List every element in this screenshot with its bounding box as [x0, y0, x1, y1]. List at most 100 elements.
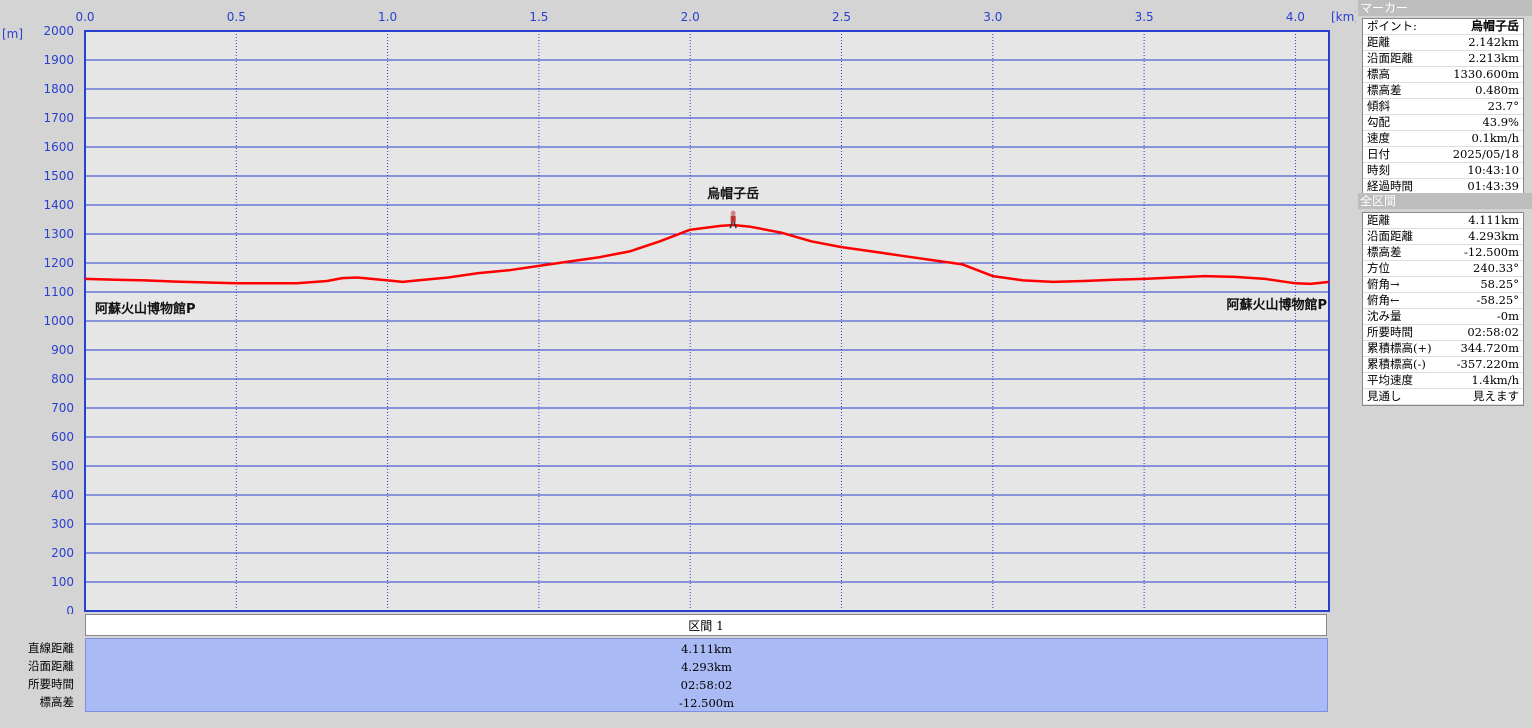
- info-row: 累積標高(-) -357.220m: [1363, 357, 1523, 373]
- info-label: 傾斜: [1367, 99, 1390, 113]
- x-tick-label: 3.5: [1135, 10, 1154, 24]
- info-value: 4.111km: [1468, 213, 1519, 227]
- info-value: 2025/05/18: [1452, 147, 1519, 161]
- info-label: 俯角→: [1367, 277, 1400, 291]
- info-label: 速度: [1367, 131, 1390, 145]
- y-tick-label: 800: [51, 372, 74, 386]
- y-tick-label: 1800: [43, 82, 74, 96]
- section-row-value: 02:58:02: [680, 678, 733, 692]
- info-row: 距離 2.142km: [1363, 35, 1523, 51]
- info-row: 沿面距離 4.293km: [1363, 229, 1523, 245]
- info-row: 方位 240.33°: [1363, 261, 1523, 277]
- info-value: -12.500m: [1463, 245, 1519, 259]
- info-value: 見えます: [1473, 389, 1519, 403]
- info-row: 標高差 -12.500m: [1363, 245, 1523, 261]
- info-row: 沈み量 -0m: [1363, 309, 1523, 325]
- total-panel-title: 全区間: [1358, 193, 1532, 209]
- info-label: 所要時間: [1367, 325, 1413, 339]
- y-tick-label: 1200: [43, 256, 74, 270]
- info-label: 沿面距離: [1367, 229, 1413, 243]
- info-row: 標高差 0.480m: [1363, 83, 1523, 99]
- info-label: 見通し: [1367, 389, 1402, 403]
- section-header[interactable]: 区間 1: [85, 614, 1327, 636]
- info-row: 沿面距離 2.213km: [1363, 51, 1523, 67]
- y-tick-label: 400: [51, 488, 74, 502]
- marker-panel-title: マーカー: [1358, 0, 1532, 16]
- y-tick-label: 1600: [43, 140, 74, 154]
- info-row: 時刻 10:43:10: [1363, 163, 1523, 179]
- x-tick-label: 0.5: [227, 10, 246, 24]
- info-row: 傾斜 23.7°: [1363, 99, 1523, 115]
- section-summary-table: 4.111km 4.293km 02:58:02 -12.500m: [85, 638, 1328, 712]
- y-tick-label: 1000: [43, 314, 74, 328]
- info-row: 距離 4.111km: [1363, 213, 1523, 229]
- info-label: 距離: [1367, 213, 1390, 227]
- y-tick-label: 700: [51, 401, 74, 415]
- x-tick-label: 4.0: [1286, 10, 1305, 24]
- info-value: 2.213km: [1468, 51, 1519, 65]
- y-tick-label: 900: [51, 343, 74, 357]
- place-label: 阿蘇火山博物館P: [1226, 297, 1327, 313]
- info-value: -0m: [1496, 309, 1519, 323]
- info-value: 4.293km: [1468, 229, 1519, 243]
- section-row-label: 標高差: [39, 695, 75, 709]
- info-label: 時刻: [1367, 163, 1390, 177]
- info-label: 勾配: [1367, 115, 1390, 129]
- info-value: 344.720m: [1460, 341, 1519, 355]
- y-tick-label: 300: [51, 517, 74, 531]
- section-row-label: 沿面距離: [28, 659, 74, 673]
- section-row-value: 4.111km: [681, 642, 732, 656]
- info-label: 距離: [1367, 35, 1390, 49]
- y-tick-label: 500: [51, 459, 74, 473]
- x-tick-label: 2.5: [832, 10, 851, 24]
- info-label: 累積標高(+): [1367, 341, 1432, 355]
- y-tick-label: 1400: [43, 198, 74, 212]
- info-row: 見通し 見えます: [1363, 389, 1523, 405]
- y-tick-label: 0: [66, 604, 74, 614]
- section-row-value: -12.500m: [678, 696, 735, 710]
- y-tick-label: 200: [51, 546, 74, 560]
- info-row: 所要時間 02:58:02: [1363, 325, 1523, 341]
- grid-lines: [85, 30, 1329, 612]
- y-tick-label: 1300: [43, 227, 74, 241]
- info-label: 俯角←: [1367, 293, 1400, 307]
- x-tick-label: 2.0: [681, 10, 700, 24]
- info-value: 58.25°: [1480, 277, 1519, 291]
- x-unit-label: [km]: [1331, 10, 1356, 24]
- info-value: 0.480m: [1475, 83, 1519, 97]
- y-tick-label: 1900: [43, 53, 74, 67]
- x-tick-label: 0.0: [75, 10, 94, 24]
- info-label: 方位: [1367, 261, 1390, 275]
- info-value: 1.4km/h: [1471, 373, 1519, 387]
- info-row: 平均速度 1.4km/h: [1363, 373, 1523, 389]
- info-value: -357.220m: [1456, 357, 1519, 371]
- info-row: 勾配 43.9%: [1363, 115, 1523, 131]
- y-tick-label: 2000: [43, 24, 74, 38]
- info-value: 2.142km: [1468, 35, 1519, 49]
- y-unit-label: [m]: [2, 27, 23, 41]
- x-tick-label: 3.0: [983, 10, 1002, 24]
- y-tick-label: 1700: [43, 111, 74, 125]
- y-tick-label: 1100: [43, 285, 74, 299]
- info-row: 俯角← -58.25°: [1363, 293, 1523, 309]
- info-value: 23.7°: [1487, 99, 1519, 113]
- section-row-label: 所要時間: [28, 677, 74, 691]
- info-label: 累積標高(-): [1367, 357, 1426, 371]
- marker-info-panel: ポイント: 烏帽子岳 距離 2.142km 沿面距離 2.213km 標高 1330.600m…: [1362, 18, 1524, 196]
- info-label: 経過時間: [1367, 179, 1413, 193]
- info-label: 標高差: [1367, 83, 1402, 97]
- info-label: 標高: [1367, 67, 1390, 81]
- info-value: -58.25°: [1476, 293, 1519, 307]
- info-value: 01:43:39: [1467, 179, 1519, 193]
- y-tick-label: 100: [51, 575, 74, 589]
- info-row: 俯角→ 58.25°: [1363, 277, 1523, 293]
- place-label: 烏帽子岳: [707, 186, 759, 202]
- info-row: ポイント: 烏帽子岳: [1363, 19, 1523, 35]
- section-row-value: 4.293km: [681, 660, 732, 674]
- elevation-profile-chart[interactable]: 2000190018001700160015001400130012001100…: [0, 0, 1356, 614]
- place-label: 阿蘇火山博物館P: [95, 301, 196, 317]
- info-label: ポイント:: [1367, 19, 1417, 33]
- info-label: 平均速度: [1367, 373, 1413, 387]
- info-label: 沿面距離: [1367, 51, 1413, 65]
- info-row: 累積標高(+) 344.720m: [1363, 341, 1523, 357]
